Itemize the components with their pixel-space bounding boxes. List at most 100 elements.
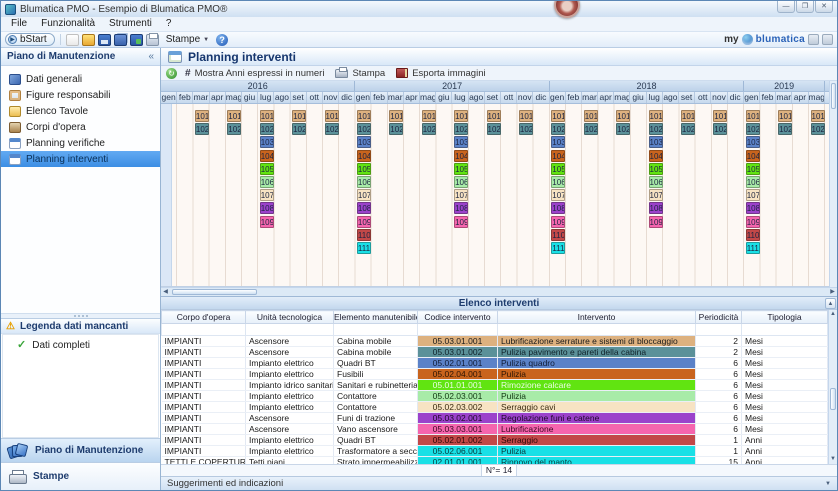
planning-cell-108[interactable]: 108: [648, 202, 663, 215]
planning-cell-101[interactable]: 101: [324, 110, 339, 122]
planning-cell-107[interactable]: 107: [259, 189, 274, 202]
table-row[interactable]: IMPIANTI Impianto idrico sanitario Sanitar…: [161, 379, 828, 391]
planning-cell-101[interactable]: 101: [292, 110, 307, 122]
table-vertical-scrollbar[interactable]: ▲ ▼: [828, 310, 837, 464]
export-file-icon[interactable]: [129, 33, 143, 46]
table-row[interactable]: IMPIANTI Impianto elettrico Fusibili 05.02.…: [161, 368, 828, 380]
planning-cell-102[interactable]: 102: [486, 123, 501, 136]
planning-cell-102[interactable]: 102: [551, 123, 566, 136]
planning-cell-103[interactable]: 103: [454, 136, 469, 149]
planning-cell-104[interactable]: 104: [454, 149, 469, 162]
save-all-icon[interactable]: [113, 33, 127, 46]
open-folder-icon[interactable]: [81, 33, 95, 46]
table-row[interactable]: IMPIANTI Ascensore Cabina mobile 05.03.01.0…: [161, 346, 828, 358]
table-row[interactable]: IMPIANTI Impianto elettrico Contattore 05.0…: [161, 401, 828, 413]
planning-cell-105[interactable]: 105: [551, 162, 566, 175]
bstart-button[interactable]: ▶ bStart: [5, 33, 55, 46]
scrollbar-thumb[interactable]: [831, 83, 836, 109]
planning-cell-102[interactable]: 102: [259, 123, 274, 136]
planning-cell-104[interactable]: 104: [259, 149, 274, 162]
planning-cell-109[interactable]: 109: [454, 215, 469, 228]
planning-cell-110[interactable]: 110: [551, 228, 566, 241]
planning-cell-106[interactable]: 106: [454, 176, 469, 188]
planning-cell-107[interactable]: 107: [745, 189, 760, 202]
scroll-down-icon[interactable]: ▼: [829, 455, 837, 464]
planning-cell-108[interactable]: 108: [454, 202, 469, 215]
planning-cell-105[interactable]: 105: [745, 162, 760, 175]
planning-cell-103[interactable]: 103: [551, 136, 566, 149]
collapse-panel-icon[interactable]: «: [148, 51, 154, 62]
new-document-icon[interactable]: [65, 33, 79, 46]
planning-cell-101[interactable]: 101: [421, 110, 436, 122]
esporta-immagini-button[interactable]: Esporta immagini: [393, 68, 488, 79]
planning-cell-102[interactable]: 102: [713, 123, 728, 136]
planning-cell-101[interactable]: 101: [745, 110, 760, 122]
planning-cell-102[interactable]: 102: [583, 123, 598, 136]
planning-cell-106[interactable]: 106: [551, 176, 566, 188]
show-years-numbers-button[interactable]: # Mostra Anni espressi in numeri: [182, 68, 327, 79]
planning-cell-101[interactable]: 101: [551, 110, 566, 122]
planning-cell-102[interactable]: 102: [356, 123, 371, 136]
table-row[interactable]: IMPIANTI Ascensore Vano ascensore 05.03.03.…: [161, 423, 828, 435]
table-row[interactable]: IMPIANTI Impianto elettrico Trasformatore …: [161, 445, 828, 457]
planning-cell-101[interactable]: 101: [810, 110, 825, 122]
scroll-up-icon[interactable]: ▲: [829, 310, 837, 319]
planning-cell-103[interactable]: 103: [648, 136, 663, 149]
planning-cell-101[interactable]: 101: [648, 110, 663, 122]
table-row[interactable]: IMPIANTI Impianto elettrico Quadri BT 05.02…: [161, 357, 828, 369]
planning-cell-101[interactable]: 101: [778, 110, 793, 122]
planning-cell-104[interactable]: 104: [356, 149, 371, 162]
planning-cell-102[interactable]: 102: [778, 123, 793, 136]
menu-item-?[interactable]: ?: [159, 17, 179, 31]
nav-stampe[interactable]: Stampe: [1, 462, 160, 490]
sidebar-item-elenco-tavole[interactable]: Elenco Tavole: [1, 103, 160, 119]
planning-cell-101[interactable]: 101: [227, 110, 242, 122]
planning-cell-105[interactable]: 105: [454, 162, 469, 175]
planning-grid[interactable]: 101 101 101 101 101 101 101 101 101 101 101 101 101 1…: [161, 104, 837, 287]
planning-cell-104[interactable]: 104: [551, 149, 566, 162]
planning-cell-107[interactable]: 107: [551, 189, 566, 202]
planning-cell-106[interactable]: 106: [745, 176, 760, 188]
planning-cell-105[interactable]: 105: [259, 162, 274, 175]
planning-cell-103[interactable]: 103: [259, 136, 274, 149]
filter-cell[interactable]: [695, 323, 742, 336]
planning-cell-111[interactable]: 111: [356, 242, 371, 254]
planning-cell-110[interactable]: 110: [356, 228, 371, 241]
planning-cell-107[interactable]: 107: [356, 189, 371, 202]
column-header[interactable]: Elemento manutenibile: [333, 310, 418, 324]
minimize-button[interactable]: —: [777, 1, 795, 13]
stampe-dropdown[interactable]: Stampe ▼: [162, 33, 213, 47]
planning-cell-106[interactable]: 106: [648, 176, 663, 188]
planning-cell-109[interactable]: 109: [648, 215, 663, 228]
planning-cell-101[interactable]: 101: [518, 110, 533, 122]
planning-cell-101[interactable]: 101: [616, 110, 631, 122]
filter-cell[interactable]: [417, 323, 498, 336]
planning-cell-104[interactable]: 104: [745, 149, 760, 162]
help-icon[interactable]: ?: [216, 33, 229, 46]
planning-cell-111[interactable]: 111: [551, 242, 566, 254]
planning-cell-109[interactable]: 109: [259, 215, 274, 228]
planning-cell-108[interactable]: 108: [551, 202, 566, 215]
table-row[interactable]: IMPIANTI Ascensore Cabina mobile 05.03.01.0…: [161, 335, 828, 347]
planning-cell-104[interactable]: 104: [648, 149, 663, 162]
column-header[interactable]: Unità tecnologica: [245, 310, 334, 324]
planning-cell-101[interactable]: 101: [454, 110, 469, 122]
status-expand-icon[interactable]: ▼: [825, 481, 831, 487]
planning-cell-103[interactable]: 103: [356, 136, 371, 149]
panel-icon[interactable]: [822, 34, 833, 45]
planning-cell-103[interactable]: 103: [745, 136, 760, 149]
scrollbar-thumb[interactable]: [830, 388, 836, 410]
planning-cell-102[interactable]: 102: [518, 123, 533, 136]
planning-vertical-scrollbar[interactable]: [829, 81, 837, 287]
table-row[interactable]: TETTI E COPERTURE Tetti piani Strato imper…: [161, 456, 828, 464]
planning-cell-106[interactable]: 106: [356, 176, 371, 188]
filter-cell[interactable]: [245, 323, 334, 336]
planning-cell-106[interactable]: 106: [259, 176, 274, 188]
menu-item-strumenti[interactable]: Strumenti: [102, 17, 159, 31]
filter-cell[interactable]: [333, 323, 418, 336]
scrollbar-thumb[interactable]: [172, 289, 257, 295]
planning-horizontal-scrollbar[interactable]: ◀ ▶: [161, 287, 837, 296]
sidebar-item-corpi-d-opera[interactable]: Corpi d'opera: [1, 119, 160, 135]
column-header[interactable]: Codice intervento: [417, 310, 498, 324]
maximize-button[interactable]: ❐: [796, 1, 814, 13]
